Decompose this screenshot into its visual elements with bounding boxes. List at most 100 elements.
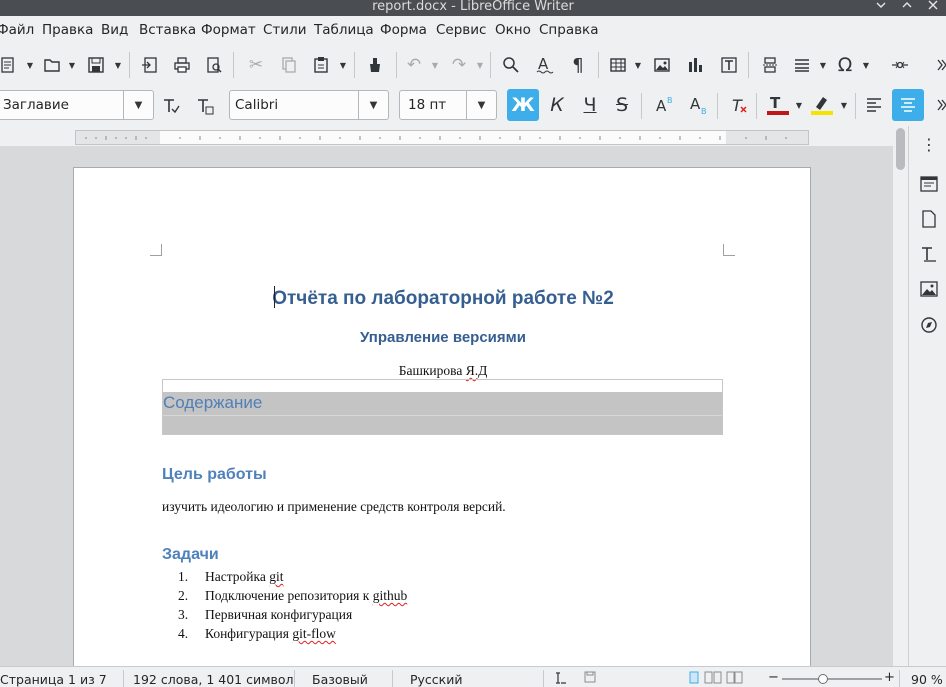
new-dropdown-icon[interactable]: ▼: [26, 51, 34, 79]
page-icon[interactable]: [919, 209, 939, 229]
menu-table[interactable]: Таблица: [314, 22, 374, 38]
document-subtitle[interactable]: Управление версиями: [162, 329, 724, 346]
highlight-dropdown-icon[interactable]: ▼: [840, 91, 848, 119]
open-dropdown-icon[interactable]: ▼: [68, 51, 76, 79]
maximize-chevron-up-icon[interactable]: [898, 0, 916, 16]
word-count[interactable]: 192 слова, 1 401 символ: [133, 672, 294, 687]
document-title[interactable]: Отчёта по лабораторной работе №2: [162, 288, 724, 310]
spelling-icon[interactable]: A: [531, 51, 559, 79]
print-icon[interactable]: [168, 51, 196, 79]
special-char-dropdown-icon[interactable]: ▼: [862, 51, 870, 79]
find-replace-icon[interactable]: [497, 51, 525, 79]
toolbar-overflow-chevron-icon[interactable]: [928, 91, 946, 119]
undo-icon[interactable]: ↶: [400, 51, 428, 79]
page-break-icon[interactable]: [756, 51, 784, 79]
text-language[interactable]: Русский: [410, 672, 462, 687]
export-pdf-icon[interactable]: [136, 51, 164, 79]
font-color-icon[interactable]: T: [764, 91, 792, 119]
print-preview-icon[interactable]: [200, 51, 228, 79]
insert-hyperlink-icon[interactable]: [886, 51, 914, 79]
horizontal-ruler[interactable]: [75, 130, 809, 145]
tasks-heading[interactable]: Задачи: [162, 546, 219, 564]
new-style-icon[interactable]: [191, 92, 219, 120]
vertical-scrollbar[interactable]: [893, 126, 908, 666]
subscript-icon[interactable]: AB: [684, 91, 712, 119]
bold-button[interactable]: Ж: [507, 89, 539, 121]
insert-field-icon[interactable]: [788, 51, 816, 79]
table-dropdown-icon[interactable]: ▼: [634, 51, 642, 79]
redo-dropdown-icon[interactable]: ▼: [476, 51, 484, 79]
goal-text[interactable]: изучить идеологию и применение средств к…: [162, 499, 506, 515]
paragraph-style-combo[interactable]: Заглавие ▼: [0, 90, 154, 120]
sidebar-menu-icon[interactable]: ⋮: [919, 134, 939, 154]
insert-image-icon[interactable]: [648, 51, 676, 79]
update-style-icon[interactable]: [157, 92, 185, 120]
chevron-down-icon[interactable]: ▼: [123, 91, 153, 119]
copy-icon[interactable]: [275, 51, 303, 79]
menu-edit[interactable]: Правка: [42, 22, 93, 38]
zoom-out-button[interactable]: −: [768, 670, 779, 685]
insert-textbox-icon[interactable]: [715, 51, 743, 79]
menu-window[interactable]: Окно: [495, 22, 531, 38]
font-size-combo[interactable]: 18 пт ▼: [399, 90, 497, 120]
single-page-view-icon[interactable]: [689, 671, 699, 687]
menu-view[interactable]: Вид: [101, 22, 128, 38]
field-dropdown-icon[interactable]: ▼: [819, 51, 827, 79]
highlight-color-icon[interactable]: [808, 91, 836, 119]
clear-formatting-icon[interactable]: T: [725, 91, 753, 119]
menu-insert[interactable]: Вставка: [139, 22, 196, 38]
zoom-level[interactable]: 90 %: [911, 672, 943, 687]
multi-page-view-icon[interactable]: [704, 671, 722, 687]
new-document-icon[interactable]: [0, 51, 22, 79]
undo-dropdown-icon[interactable]: ▼: [431, 51, 439, 79]
document-page[interactable]: Отчёта по лабораторной работе №2 Управле…: [73, 167, 811, 666]
insert-mode-icon[interactable]: [553, 671, 567, 687]
minimize-chevron-down-icon[interactable]: [872, 0, 890, 16]
document-area[interactable]: Отчёта по лабораторной работе №2 Управле…: [0, 146, 908, 666]
styles-icon[interactable]: [919, 244, 939, 264]
insert-table-icon[interactable]: [604, 51, 632, 79]
chevron-down-icon[interactable]: ▼: [466, 91, 496, 119]
close-icon[interactable]: [924, 0, 942, 16]
menu-form[interactable]: Форма: [380, 22, 427, 38]
menu-file[interactable]: Файл: [0, 22, 34, 38]
cut-icon[interactable]: ✂: [242, 51, 270, 79]
italic-button[interactable]: К: [541, 89, 573, 121]
scrollbar-thumb[interactable]: [896, 128, 905, 170]
toolbar-overflow-chevron-icon[interactable]: [928, 51, 946, 79]
special-character-icon[interactable]: Ω: [831, 51, 859, 79]
font-name-combo[interactable]: Calibri ▼: [229, 90, 389, 120]
redo-icon[interactable]: ↷: [445, 51, 473, 79]
zoom-slider-handle[interactable]: [818, 674, 828, 684]
align-left-icon[interactable]: [860, 91, 888, 119]
zoom-in-button[interactable]: +: [884, 670, 895, 685]
paste-dropdown-icon[interactable]: ▼: [339, 51, 347, 79]
navigator-icon[interactable]: [919, 315, 939, 335]
align-center-button[interactable]: [892, 89, 924, 121]
menu-help[interactable]: Справка: [539, 22, 598, 38]
menu-format[interactable]: Формат: [201, 22, 256, 38]
zoom-slider-track[interactable]: [782, 678, 882, 680]
font-color-dropdown-icon[interactable]: ▼: [795, 91, 803, 119]
document-author[interactable]: Башкирова Я.Д: [162, 363, 724, 379]
underline-button[interactable]: Ч: [574, 89, 606, 121]
properties-icon[interactable]: [919, 174, 939, 194]
book-view-icon[interactable]: [726, 671, 744, 687]
save-dropdown-icon[interactable]: ▼: [114, 51, 122, 79]
page-style[interactable]: Базовый: [312, 672, 368, 687]
strikethrough-button[interactable]: S: [606, 89, 638, 121]
save-icon[interactable]: [82, 51, 110, 79]
formatting-marks-icon[interactable]: ¶: [564, 51, 592, 79]
chevron-down-icon[interactable]: ▼: [358, 91, 388, 119]
paste-icon[interactable]: [307, 51, 335, 79]
insert-chart-icon[interactable]: [681, 51, 709, 79]
open-folder-icon[interactable]: [38, 51, 66, 79]
superscript-icon[interactable]: AB: [650, 91, 678, 119]
clone-formatting-icon[interactable]: [361, 51, 389, 79]
gallery-icon[interactable]: [919, 279, 939, 299]
menu-tools[interactable]: Сервис: [436, 22, 486, 38]
goal-heading[interactable]: Цель работы: [162, 466, 267, 484]
menu-styles[interactable]: Стили: [263, 22, 306, 38]
document-modified-icon[interactable]: [584, 671, 596, 686]
table-of-contents[interactable]: Содержание: [162, 379, 723, 435]
